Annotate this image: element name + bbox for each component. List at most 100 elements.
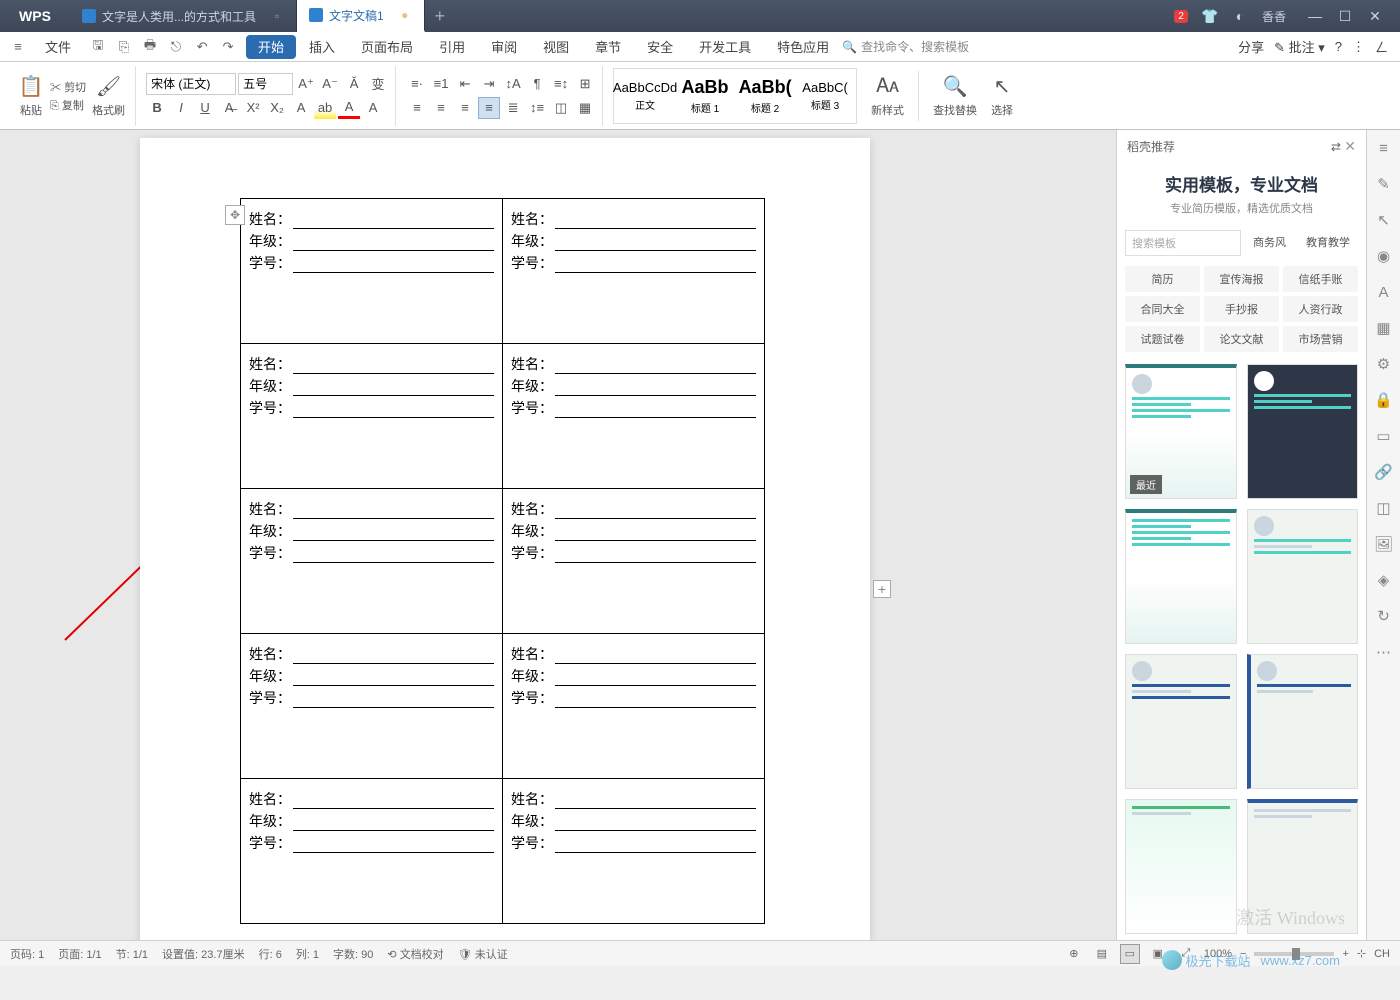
distribute-icon[interactable]: ≣ xyxy=(502,97,524,119)
rail-shape-icon[interactable]: ◉ xyxy=(1374,246,1394,266)
document-tab[interactable]: 文字是人类用...的方式和工具 ▫ xyxy=(70,0,297,32)
save-icon[interactable]: 🖫 xyxy=(86,35,110,59)
form-underline[interactable] xyxy=(555,400,756,418)
line-spacing-icon[interactable]: ≡↕ xyxy=(550,73,572,95)
rail-link-icon[interactable]: 🔗 xyxy=(1374,462,1394,482)
form-underline[interactable] xyxy=(293,378,494,396)
panel-close-icon[interactable]: ✕ xyxy=(1344,138,1356,154)
form-underline[interactable] xyxy=(555,791,756,809)
align-right-icon[interactable]: ≡ xyxy=(454,97,476,119)
cut-button[interactable]: ✂ 剪切 xyxy=(50,79,86,95)
form-cell[interactable]: 姓名：年级：学号： xyxy=(503,634,765,779)
form-underline[interactable] xyxy=(293,501,494,519)
bullets-icon[interactable]: ≡· xyxy=(406,73,428,95)
form-underline[interactable] xyxy=(555,523,756,541)
export-icon[interactable]: ⎋ xyxy=(164,35,188,59)
panel-menu-icon[interactable]: ⇄ ✕ xyxy=(1331,138,1356,155)
form-cell[interactable]: 姓名：年级：学号： xyxy=(241,489,503,634)
text-effects-icon[interactable]: A xyxy=(290,97,312,119)
redo-icon[interactable]: ↷ xyxy=(216,35,240,59)
menu-special[interactable]: 特色应用 xyxy=(764,32,842,62)
template-thumb[interactable] xyxy=(1125,509,1237,644)
paste-button[interactable]: 📋粘贴 xyxy=(14,74,48,118)
form-cell[interactable]: 姓名：年级：学号： xyxy=(503,199,765,344)
rail-edit-icon[interactable]: ✎ xyxy=(1374,174,1394,194)
font-color-icon[interactable]: A xyxy=(338,97,360,119)
rail-image-icon[interactable]: 🖼 xyxy=(1374,534,1394,554)
form-underline[interactable] xyxy=(555,690,756,708)
template-thumb[interactable]: 最近 xyxy=(1125,364,1237,499)
tab-actions-icon[interactable]: ▫ xyxy=(270,9,284,23)
rail-lock-icon[interactable]: 🔒 xyxy=(1374,390,1394,410)
form-underline[interactable] xyxy=(293,835,494,853)
skin-icon[interactable]: 👕 xyxy=(1202,8,1218,24)
status-proof[interactable]: ⟲ 文档校对 xyxy=(387,946,443,962)
rail-table-icon[interactable]: ▦ xyxy=(1374,318,1394,338)
form-underline[interactable] xyxy=(293,233,494,251)
underline-icon[interactable]: U xyxy=(194,97,216,119)
align-left-icon[interactable]: ≡ xyxy=(406,97,428,119)
form-underline[interactable] xyxy=(293,211,494,229)
grow-font-icon[interactable]: A⁺ xyxy=(295,73,317,95)
form-underline[interactable] xyxy=(293,690,494,708)
filter-tab[interactable]: 教育教学 xyxy=(1298,230,1358,256)
help-icon[interactable]: ? xyxy=(1335,39,1342,54)
rail-select-icon[interactable]: ↖ xyxy=(1374,210,1394,230)
template-thumb[interactable] xyxy=(1247,509,1359,644)
form-underline[interactable] xyxy=(293,646,494,664)
form-underline[interactable] xyxy=(555,211,756,229)
locale-indicator[interactable]: CH xyxy=(1374,948,1390,960)
table-move-handle[interactable]: ✥ xyxy=(225,205,245,225)
status-auth[interactable]: 🛡 未认证 xyxy=(458,946,508,962)
new-style-button[interactable]: 🗛新样式 xyxy=(867,74,908,118)
shading-icon[interactable]: ◫ xyxy=(550,97,572,119)
italic-icon[interactable]: I xyxy=(170,97,192,119)
char-shading-icon[interactable]: A xyxy=(362,97,384,119)
maximize-button[interactable]: ☐ xyxy=(1330,1,1360,31)
font-name-select[interactable] xyxy=(146,73,236,95)
form-underline[interactable] xyxy=(293,791,494,809)
category-tag[interactable]: 手抄报 xyxy=(1204,296,1279,322)
rail-text-icon[interactable]: A xyxy=(1374,282,1394,302)
form-cell[interactable]: 姓名：年级：学号： xyxy=(241,344,503,489)
rail-layout-icon[interactable]: ◫ xyxy=(1374,498,1394,518)
form-cell[interactable]: 姓名：年级：学号： xyxy=(503,779,765,924)
file-menu[interactable]: 文件 xyxy=(32,32,84,62)
minimize-button[interactable]: — xyxy=(1300,1,1330,31)
style-heading3[interactable]: AaBbC(标题 3 xyxy=(796,71,854,121)
share-button[interactable]: 分享 xyxy=(1238,37,1264,56)
tabs-icon[interactable]: ⊞ xyxy=(574,73,596,95)
category-tag[interactable]: 试题试卷 xyxy=(1125,326,1200,352)
highlight-icon[interactable]: ab xyxy=(314,97,336,119)
bold-icon[interactable]: B xyxy=(146,97,168,119)
form-underline[interactable] xyxy=(555,545,756,563)
sort-icon[interactable]: ↕A xyxy=(502,73,524,95)
shrink-font-icon[interactable]: A⁻ xyxy=(319,73,341,95)
menu-section[interactable]: 章节 xyxy=(582,32,634,62)
template-thumb[interactable] xyxy=(1125,799,1237,934)
strikethrough-icon[interactable]: A̶ xyxy=(218,97,240,119)
format-painter-button[interactable]: 🖌格式刷 xyxy=(88,74,129,118)
style-normal[interactable]: AaBbCcDd正文 xyxy=(616,71,674,121)
template-thumb[interactable] xyxy=(1125,654,1237,789)
form-underline[interactable] xyxy=(555,646,756,664)
status-words[interactable]: 字数: 90 xyxy=(333,946,373,962)
menu-home[interactable]: 开始 xyxy=(246,35,296,59)
command-search[interactable]: 🔍 查找命令、搜索模板 xyxy=(842,38,969,55)
status-page[interactable]: 页面: 1/1 xyxy=(58,946,101,962)
notification-badge[interactable]: 2 xyxy=(1174,10,1188,23)
font-size-select[interactable] xyxy=(238,73,293,95)
superscript-icon[interactable]: X² xyxy=(242,97,264,119)
form-underline[interactable] xyxy=(555,813,756,831)
form-underline[interactable] xyxy=(555,668,756,686)
view-outline-icon[interactable]: ▤ xyxy=(1092,944,1112,964)
form-underline[interactable] xyxy=(293,255,494,273)
rail-page-icon[interactable]: ▭ xyxy=(1374,426,1394,446)
align-justify-icon[interactable]: ≡ xyxy=(478,97,500,119)
template-thumb[interactable] xyxy=(1247,364,1359,499)
align-center-icon[interactable]: ≡ xyxy=(430,97,452,119)
form-underline[interactable] xyxy=(555,255,756,273)
increase-indent-icon[interactable]: ⇥ xyxy=(478,73,500,95)
form-cell[interactable]: 姓名：年级：学号： xyxy=(241,634,503,779)
form-underline[interactable] xyxy=(555,378,756,396)
